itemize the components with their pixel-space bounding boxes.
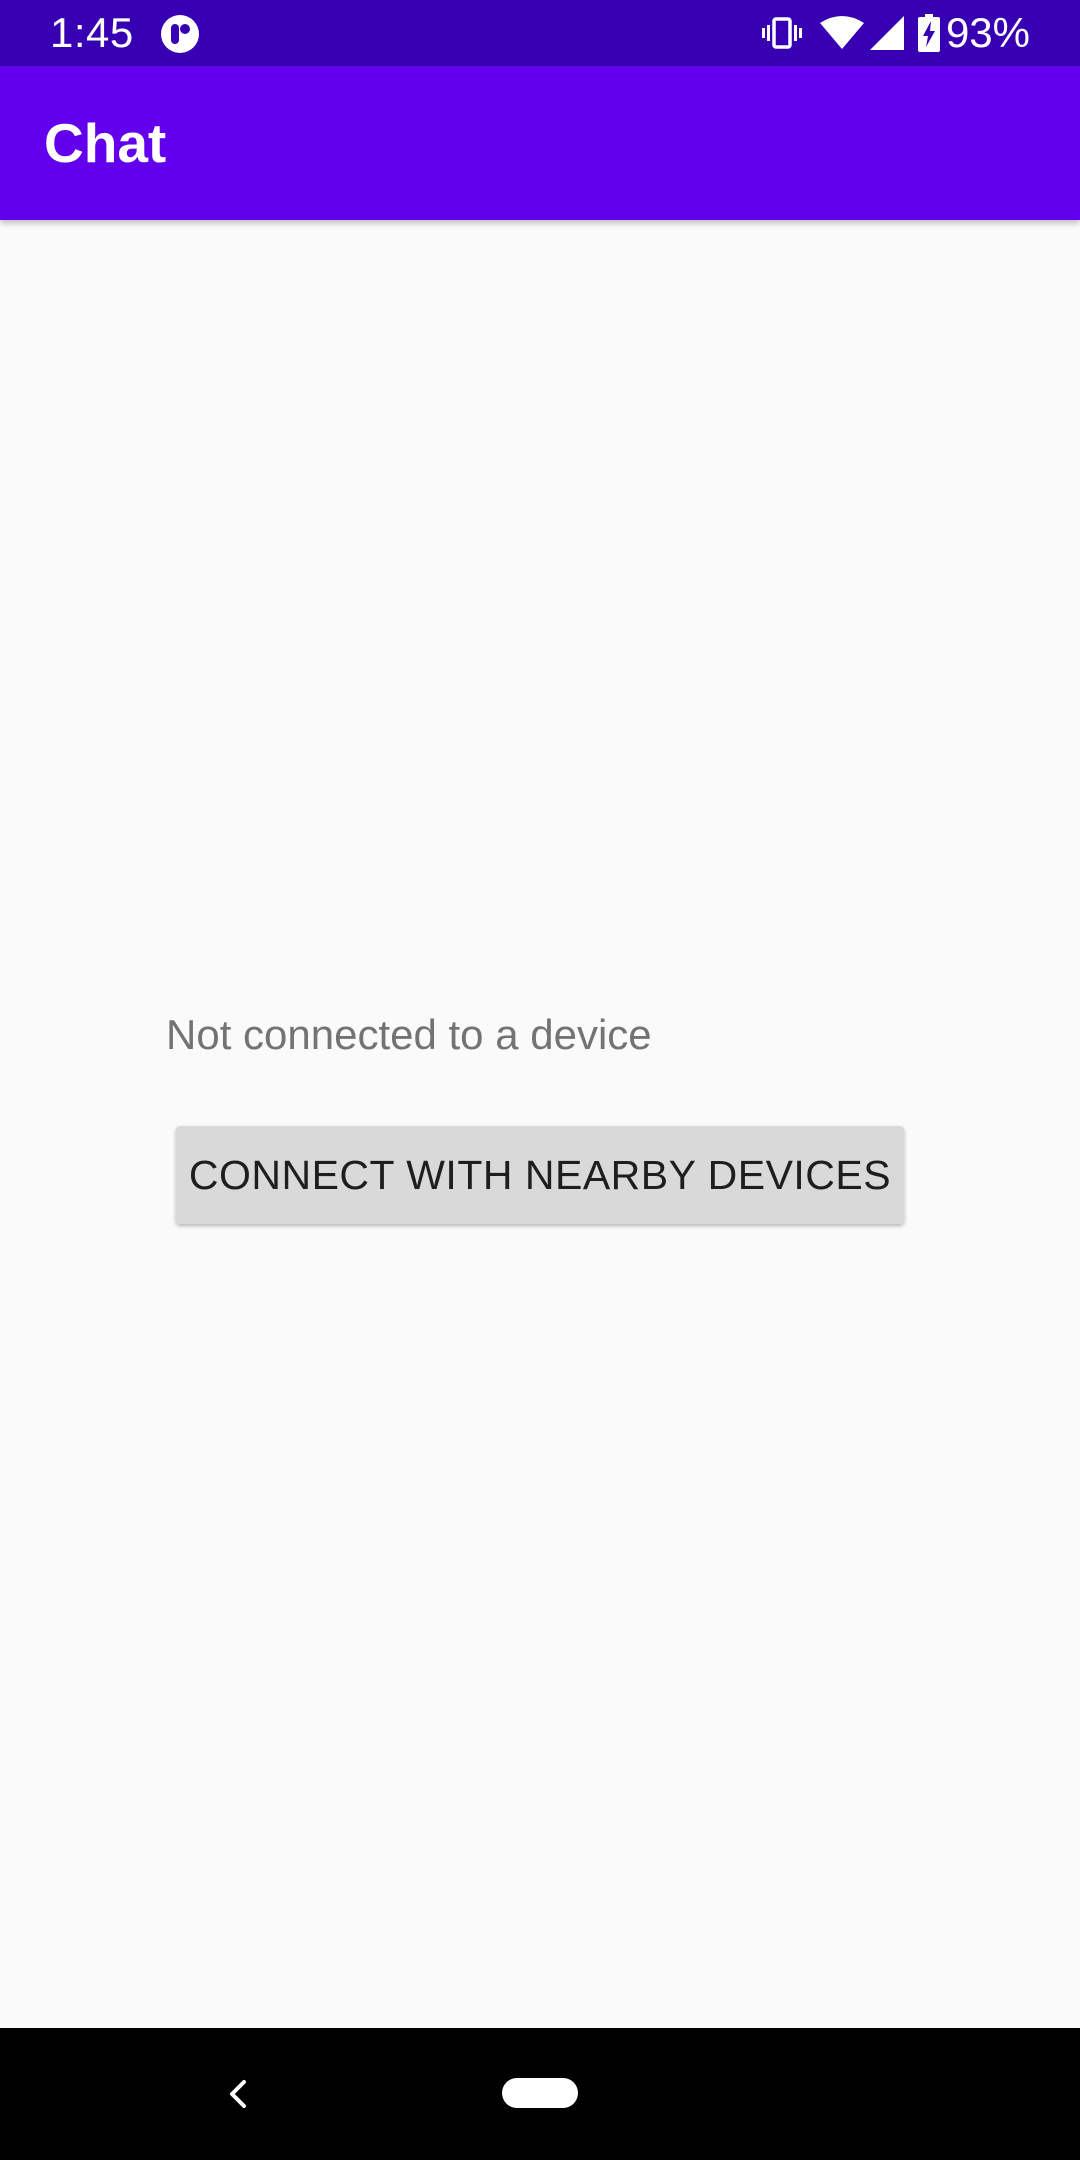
app-title: Chat — [44, 112, 167, 174]
battery-percent: 93% — [945, 9, 1030, 56]
cell-signal-icon — [869, 16, 904, 50]
status-icons: 93% — [761, 9, 1030, 57]
main-content: Not connected to a device CONNECT WITH N… — [0, 220, 1080, 2028]
home-pill-icon[interactable] — [502, 2078, 578, 2108]
connection-status-text: Not connected to a device — [166, 1011, 652, 1058]
app-bar: Chat — [0, 66, 1080, 220]
battery-charging-icon — [917, 14, 940, 52]
status-bar: 1:45 93% — [0, 0, 1080, 66]
wifi-icon — [819, 16, 864, 50]
back-icon[interactable] — [222, 2076, 258, 2112]
app-notification-icon — [160, 14, 200, 54]
connect-nearby-devices-button[interactable]: CONNECT WITH NEARBY DEVICES — [176, 1126, 904, 1224]
status-time: 1:45 — [50, 9, 134, 56]
navigation-bar — [0, 2028, 1080, 2160]
vibrate-icon — [761, 15, 802, 51]
